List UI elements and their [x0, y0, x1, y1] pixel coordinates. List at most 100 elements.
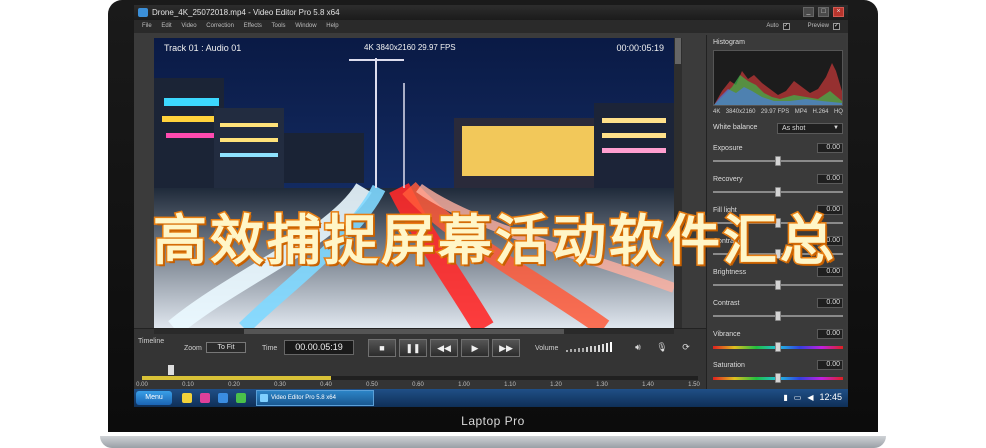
horizontal-scroll-thumb[interactable] — [244, 329, 564, 334]
clip-info: 4K 3840x2160 29.97 FPS MP4 H.264 HQ — [713, 109, 843, 115]
slider-row-contrast: Contrast 0.00 — [713, 298, 843, 330]
timeline-progress — [142, 376, 332, 380]
taskbar-item-video-editor[interactable]: Video Editor Pro 5.8 x64 — [256, 390, 374, 406]
tick-label: 1.40 — [642, 382, 654, 388]
slider-knob[interactable] — [775, 373, 781, 383]
window-controls: _ □ × — [803, 7, 844, 17]
rewind-button[interactable]: ◀◀ — [430, 339, 458, 357]
menu-correction[interactable]: Correction — [206, 20, 234, 33]
info-quality: HQ — [833, 109, 843, 115]
menubar: File Edit Video Correction Effects Tools… — [134, 20, 848, 33]
slider-value-field[interactable]: 0.00 — [817, 143, 843, 153]
loop-icon[interactable]: ⟳ — [680, 341, 692, 353]
white-balance-label: White balance — [713, 124, 758, 131]
close-button[interactable]: × — [833, 7, 844, 17]
tick-label: 1.10 — [504, 382, 516, 388]
slider-value-field[interactable]: 0.00 — [817, 360, 843, 370]
folder-icon[interactable] — [182, 393, 192, 403]
pause-button[interactable]: ❚❚ — [399, 339, 427, 357]
menu-video[interactable]: Video — [181, 20, 196, 33]
speaker-icon[interactable]: 🔊︎ — [632, 341, 644, 353]
slider-knob[interactable] — [775, 311, 781, 321]
info-container: MP4 — [794, 109, 808, 115]
slider-knob[interactable] — [775, 280, 781, 290]
tick-label: 0.00 — [136, 382, 148, 388]
white-balance-value: As shot — [782, 125, 806, 132]
zoom-to-fit-button[interactable]: To Fit — [206, 342, 246, 353]
playhead-marker[interactable] — [168, 365, 174, 375]
microphone-icon[interactable]: 🎙︎ — [656, 341, 668, 353]
horizontal-scrollbar[interactable] — [154, 329, 674, 334]
preview-toggle[interactable]: Preview ✓ — [808, 20, 840, 33]
menu-edit[interactable]: Edit — [161, 20, 171, 33]
tick-label: 0.60 — [412, 382, 424, 388]
slider-value-field[interactable]: 0.00 — [817, 329, 843, 339]
slider-row-vibrance: Vibrance 0.00 — [713, 329, 843, 361]
maximize-button[interactable]: □ — [818, 7, 829, 17]
timeline-ruler[interactable]: 0.00 0.10 0.20 0.30 0.40 0.50 0.60 1.00 1.10 1.20… — [136, 361, 700, 389]
tick-label: 0.10 — [182, 382, 194, 388]
app-icon — [138, 8, 148, 17]
video-frame-image — [154, 38, 674, 328]
auto-checkbox[interactable]: ✓ — [782, 23, 790, 30]
tick-label: 1.50 — [688, 382, 700, 388]
slider-label: Exposure — [713, 145, 743, 152]
preview-checkbox[interactable]: ✓ — [833, 23, 840, 30]
browser-icon[interactable] — [218, 393, 228, 403]
video-preview[interactable]: Track 01 : Audio 01 4K 3840x2160 29.97 F… — [154, 38, 674, 328]
menu-file[interactable]: File — [142, 20, 152, 33]
slider-knob[interactable] — [775, 156, 781, 166]
fast-forward-button[interactable]: ▶▶ — [492, 339, 520, 357]
network-icon[interactable]: ▮ — [783, 393, 787, 402]
histogram — [713, 50, 843, 106]
volume-icon[interactable]: ◀ — [807, 393, 813, 402]
timeline-panel: Timeline Zoom To Fit Time 00.00.05:19 ■ … — [134, 328, 706, 390]
stop-button[interactable]: ■ — [368, 339, 396, 357]
info-resolution: 3840x2160 — [725, 109, 756, 115]
preview-label: Preview — [807, 23, 829, 29]
menu-window[interactable]: Window — [295, 20, 316, 33]
menu-tools[interactable]: Tools — [272, 20, 286, 33]
video-scrollbar[interactable] — [674, 38, 682, 328]
slider-label: Vibrance — [713, 331, 741, 338]
device-label: Laptop Pro — [461, 414, 525, 428]
slider-row-exposure: Exposure 0.00 — [713, 143, 843, 175]
minimize-button[interactable]: _ — [803, 7, 814, 17]
tick-label: 1.20 — [550, 382, 562, 388]
info-codec: H.264 — [812, 109, 829, 115]
tick-label: 0.20 — [228, 382, 240, 388]
taskbar: Menu Video Editor Pro 5.8 x64 ▮ ▭ ◀ 12:4… — [134, 389, 848, 407]
auto-toggle[interactable]: Auto ✓ — [766, 20, 790, 33]
slider-value-field[interactable]: 0.00 — [817, 174, 843, 184]
timeline-track[interactable] — [142, 376, 698, 380]
white-balance-select[interactable]: As shot ▼ — [777, 123, 843, 134]
format-label: 4K 3840x2160 29.97 FPS — [364, 43, 456, 52]
time-field[interactable]: 00.00.05:19 — [284, 340, 354, 355]
zoom-label: Zoom — [184, 345, 202, 352]
play-button[interactable]: ▶ — [461, 339, 489, 357]
timeline-label: Timeline — [138, 338, 165, 345]
chat-icon[interactable] — [236, 393, 246, 403]
laptop-base — [100, 436, 886, 448]
scroll-thumb[interactable] — [675, 38, 681, 64]
white-balance-row: White balance As shot ▼ — [713, 123, 843, 135]
slider-label: Saturation — [713, 362, 745, 369]
info-resolution-class: 4K — [713, 109, 721, 115]
window-titlebar: Drone_4K_25072018.mp4 - Video Editor Pro… — [134, 5, 848, 20]
start-menu-button[interactable]: Menu — [136, 391, 172, 405]
transport-controls: ■ ❚❚ ◀◀ ▶ ▶▶ — [368, 339, 520, 357]
menu-effects[interactable]: Effects — [244, 20, 262, 33]
slider-label: Recovery — [713, 176, 743, 183]
tick-label: 1.30 — [596, 382, 608, 388]
slider-value-field[interactable]: 0.00 — [817, 298, 843, 308]
volume-meter[interactable] — [566, 342, 618, 352]
info-fps: 29.97 FPS — [760, 109, 790, 115]
system-tray: ▮ ▭ ◀ 12:45 — [783, 392, 842, 402]
slider-knob[interactable] — [775, 342, 781, 352]
menu-help[interactable]: Help — [326, 20, 338, 33]
taskbar-item-label: Video Editor Pro 5.8 x64 — [271, 395, 336, 401]
media-icon[interactable] — [200, 393, 210, 403]
tick-label: 0.50 — [366, 382, 378, 388]
tick-label: 1.00 — [458, 382, 470, 388]
battery-icon[interactable]: ▭ — [794, 393, 802, 402]
